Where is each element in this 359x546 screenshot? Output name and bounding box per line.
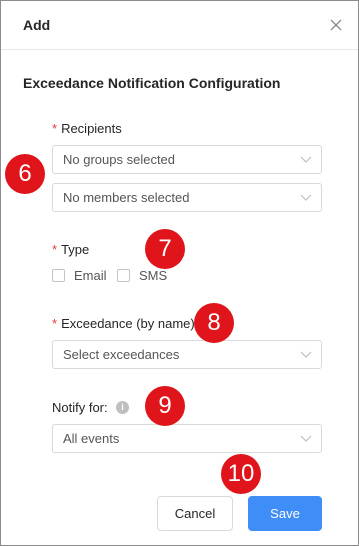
notify-for-value: All events xyxy=(63,431,120,446)
dialog-header: Add xyxy=(1,1,358,50)
sms-checkbox[interactable] xyxy=(117,269,130,282)
info-icon[interactable]: i xyxy=(116,401,129,414)
exceedance-label: * Exceedance (by name) xyxy=(52,316,195,331)
recipients-label: * Recipients xyxy=(52,121,122,136)
email-label: Email xyxy=(74,268,107,283)
sms-label: SMS xyxy=(139,268,168,283)
notify-for-select[interactable]: All events xyxy=(52,424,322,453)
exceedance-select-placeholder: Select exceedances xyxy=(63,347,180,362)
chevron-down-icon xyxy=(300,351,312,358)
annotation-badge-6: 6 xyxy=(5,154,45,194)
dialog-title: Add xyxy=(23,17,51,33)
email-option[interactable]: Email xyxy=(52,268,107,283)
sms-option[interactable]: SMS xyxy=(117,268,167,283)
section-title: Exceedance Notification Configuration xyxy=(23,75,281,91)
chevron-down-icon xyxy=(300,435,312,442)
save-button[interactable]: Save xyxy=(248,496,322,531)
notify-for-label: Notify for: xyxy=(52,400,108,415)
annotation-badge-7: 7 xyxy=(145,229,185,269)
exceedance-select[interactable]: Select exceedances xyxy=(52,340,322,369)
required-mark: * xyxy=(52,242,58,257)
chevron-down-icon xyxy=(300,194,312,201)
groups-select[interactable]: No groups selected xyxy=(52,145,322,174)
required-mark: * xyxy=(52,316,58,331)
groups-select-placeholder: No groups selected xyxy=(63,152,176,167)
add-dialog: Add Exceedance Notification Configuratio… xyxy=(0,0,359,546)
email-checkbox[interactable] xyxy=(52,269,65,282)
members-select[interactable]: No members selected xyxy=(52,183,322,212)
required-mark: * xyxy=(52,121,58,136)
annotation-badge-8: 8 xyxy=(194,303,234,343)
annotation-badge-10: 10 xyxy=(221,454,261,494)
type-label: * Type xyxy=(52,242,90,257)
chevron-down-icon xyxy=(300,156,312,163)
annotation-badge-9: 9 xyxy=(145,386,185,426)
members-select-placeholder: No members selected xyxy=(63,190,190,205)
close-icon[interactable] xyxy=(327,16,345,34)
cancel-button[interactable]: Cancel xyxy=(157,496,233,531)
